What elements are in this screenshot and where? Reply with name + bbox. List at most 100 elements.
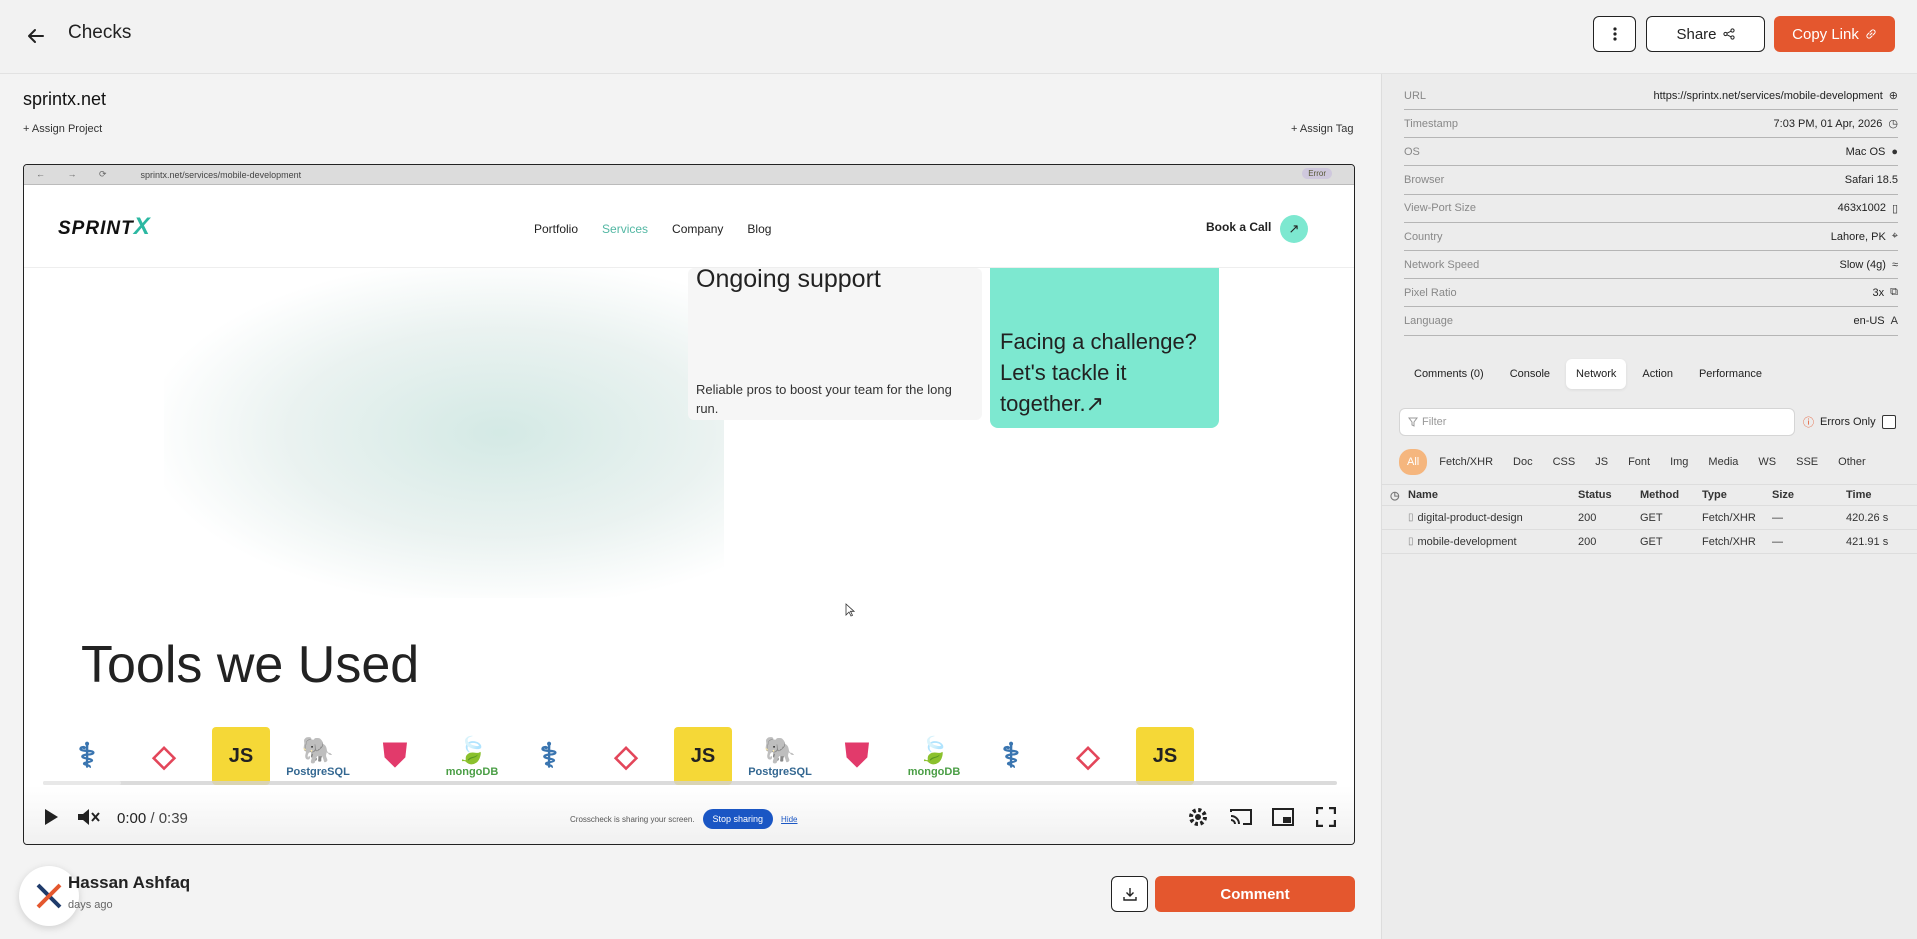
copy-link-button[interactable]: Copy Link	[1774, 16, 1895, 52]
recorded-nav-services: Services	[602, 222, 649, 236]
table-row[interactable]: ▯ digital-product-design 200 GET Fetch/XHR — 4…	[1382, 506, 1917, 530]
assign-project-link[interactable]: + Assign Project	[23, 123, 102, 135]
errors-only-label: Errors Only	[1820, 416, 1876, 428]
blurred-hero-art	[164, 268, 724, 598]
download-icon	[1122, 888, 1137, 901]
request-size: —	[1772, 511, 1783, 524]
col-size[interactable]: Size	[1768, 489, 1842, 501]
meta-row: Language en-US A	[1404, 308, 1898, 336]
filter-chip-sse[interactable]: SSE	[1788, 449, 1826, 475]
meta-row: Browser Safari 18.5	[1404, 167, 1898, 195]
more-vertical-icon	[1612, 27, 1617, 41]
play-button[interactable]	[38, 804, 64, 830]
recorded-url: sprintx.net/services/mobile-development	[140, 169, 302, 180]
volume-muted-icon	[78, 809, 100, 825]
col-status[interactable]: Status	[1574, 489, 1636, 501]
author-time: days ago	[68, 899, 113, 911]
meta-value: Mac OS ●	[1845, 145, 1898, 158]
postgresql-icon: 🐘 PostgreSQL	[286, 734, 350, 778]
cast-button[interactable]	[1228, 804, 1254, 830]
tab-console[interactable]: Console	[1500, 359, 1560, 389]
table-row[interactable]: ▯ mobile-development 200 GET Fetch/XHR — 421.9…	[1382, 530, 1917, 554]
tools-title: Tools we Used	[81, 636, 420, 694]
filter-chip-other[interactable]: Other	[1830, 449, 1874, 475]
arrow-left-icon	[28, 29, 44, 43]
clock-icon: ◷	[1390, 489, 1400, 502]
meta-row: URL https://sprintx.net/services/mobile-d…	[1404, 82, 1898, 110]
copy-link-label: Copy Link	[1792, 25, 1859, 43]
page-title: Checks	[68, 22, 132, 43]
file-icon: ▯	[1408, 512, 1414, 523]
network-table-header: ◷ Name Status Method Type Size Time	[1382, 484, 1917, 506]
tab-comments[interactable]: Comments (0)	[1404, 359, 1494, 389]
browser-nav-icons: ← → ⟳	[36, 169, 117, 179]
errors-only-checkbox[interactable]	[1881, 415, 1896, 429]
filter-chip-media[interactable]: Media	[1700, 449, 1746, 475]
apple-icon: ●	[1891, 145, 1898, 158]
col-method[interactable]: Method	[1636, 489, 1698, 501]
video-progress-bar[interactable]	[43, 781, 1337, 785]
recorded-error-badge: Error	[1302, 168, 1332, 179]
recorded-logo: SPRINTX	[58, 213, 151, 240]
col-time[interactable]: Time	[1842, 489, 1912, 501]
meta-key: Network Speed	[1404, 258, 1480, 271]
meta-value: 463x1002 ▯	[1837, 202, 1898, 215]
filter-chip-doc[interactable]: Doc	[1505, 449, 1541, 475]
errors-only-toggle: ⓘ Errors Only	[1803, 414, 1896, 430]
meta-value: Slow (4g) ≈	[1839, 258, 1898, 271]
filter-chip-css[interactable]: CSS	[1545, 449, 1584, 475]
request-type: Fetch/XHR	[1702, 535, 1756, 548]
hide-banner-link[interactable]: Hide	[781, 815, 797, 824]
filter-chip-js[interactable]: JS	[1587, 449, 1616, 475]
settings-button[interactable]	[1185, 804, 1211, 830]
more-options-button[interactable]	[1593, 16, 1636, 52]
request-status: 200	[1578, 535, 1597, 548]
arrow-up-right-icon: ↗	[1280, 215, 1308, 243]
comment-button[interactable]: Comment	[1155, 876, 1355, 912]
request-type: Fetch/XHR	[1702, 511, 1756, 524]
filter-chip-img[interactable]: Img	[1662, 449, 1696, 475]
stop-sharing-button[interactable]: Stop sharing	[702, 809, 774, 829]
request-status: 200	[1578, 511, 1597, 524]
back-button[interactable]	[22, 22, 50, 50]
device-icon: ▯	[1891, 202, 1898, 215]
filter-chip-fetchxhr[interactable]: Fetch/XHR	[1431, 449, 1501, 475]
file-icon: ▯	[1408, 536, 1414, 547]
alert-circle-icon: ⓘ	[1803, 417, 1814, 429]
link-icon	[1866, 29, 1876, 39]
assign-tag-link[interactable]: + Assign Tag	[1291, 123, 1353, 135]
tab-network[interactable]: Network	[1566, 359, 1627, 389]
filter-placeholder: Filter	[1422, 416, 1447, 428]
filter-chip-ws[interactable]: WS	[1750, 449, 1784, 475]
meta-key: Timestamp	[1404, 117, 1458, 130]
download-button[interactable]	[1111, 876, 1148, 912]
network-table: ◷ Name Status Method Type Size Time ▯ dig…	[1382, 484, 1917, 554]
filter-chip-font[interactable]: Font	[1620, 449, 1658, 475]
network-filter-input[interactable]: Filter	[1399, 408, 1795, 436]
share-notice: Crosscheck is sharing your screen.	[570, 814, 695, 824]
python-icon: ⚕	[77, 737, 97, 775]
col-name[interactable]: Name	[1406, 489, 1574, 501]
globe-icon: ⊕	[1888, 90, 1898, 102]
mute-button[interactable]	[76, 804, 102, 830]
col-type[interactable]: Type	[1698, 489, 1768, 501]
tab-action[interactable]: Action	[1632, 359, 1683, 389]
meta-key: OS	[1404, 145, 1420, 158]
diamond-icon: ◇	[1076, 739, 1100, 773]
recording-player[interactable]: ← → ⟳ sprintx.net/services/mobile-develo…	[23, 164, 1355, 845]
gear-icon	[1189, 808, 1207, 826]
meta-key: URL	[1404, 89, 1427, 102]
duration: / 0:39	[150, 810, 188, 827]
recorded-nav-blog: Blog	[747, 222, 772, 236]
tab-performance[interactable]: Performance	[1689, 359, 1772, 389]
fullscreen-button[interactable]	[1313, 804, 1339, 830]
filter-chip-all[interactable]: All	[1399, 449, 1428, 475]
location-icon: ⌖	[1891, 230, 1898, 242]
share-button[interactable]: Share	[1646, 16, 1765, 52]
meta-value: Safari 18.5	[1844, 174, 1898, 187]
request-name: digital-product-design	[1417, 511, 1523, 524]
picture-in-picture-button[interactable]	[1270, 804, 1296, 830]
javascript-icon: JS	[674, 727, 732, 785]
meta-value: en-US A	[1853, 315, 1898, 328]
wifi-icon: ≈	[1891, 258, 1898, 271]
